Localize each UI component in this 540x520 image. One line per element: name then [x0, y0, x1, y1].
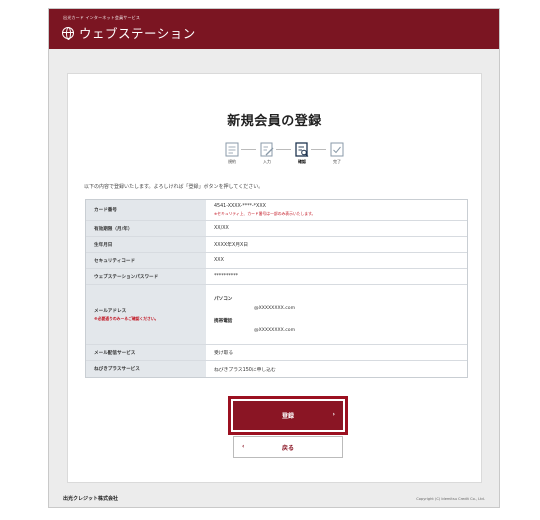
email-label-cell: メールアドレス ※必要通りのみーるご確認ください。 — [86, 285, 206, 344]
back-button-label: 戻る — [281, 444, 294, 452]
chevron-left-icon: ‹ — [242, 443, 245, 450]
table-row: メール配信サービス 受け取る — [86, 345, 467, 361]
document-icon — [225, 142, 239, 157]
table-row: カード番号 4541-XXXX-****-*XXX ※セキュリティ上、カード番号… — [86, 200, 467, 221]
row-label: 生年月日 — [86, 237, 206, 252]
row-label: メールアドレス — [94, 308, 127, 314]
progress-steps: 規約 入力 確認 完了 — [220, 142, 350, 176]
email-note: ※必要通りのみーるご確認ください。 — [94, 315, 159, 321]
mobile-email-value: @XXXXXXXX.com — [254, 328, 296, 333]
security-code-value: XXX — [214, 258, 224, 263]
row-label: セキュリティコード — [86, 253, 206, 268]
row-label: ウェブステーションパスワード — [86, 269, 206, 284]
register-button-label: 登録 — [281, 413, 294, 420]
nebiki-value: ねびきプラス150に申し込む — [214, 367, 276, 373]
site-header: 出光カード インターネット会員サービス ウェブステーション — [49, 9, 499, 49]
table-row: メールアドレス ※必要通りのみーるご確認ください。 パソコン @XXXXXXXX… — [86, 285, 467, 345]
brand-logo[interactable]: ウェブステーション — [62, 23, 196, 42]
register-button[interactable]: 登録 › — [233, 401, 343, 430]
card-number-cell: 4541-XXXX-****-*XXX ※セキュリティ上、カード番号は一部のみ表… — [206, 200, 467, 220]
card-number-value: 4541-XXXX-****-*XXX — [214, 203, 266, 209]
step-label: 確認 — [298, 159, 306, 164]
confirmation-table: カード番号 4541-XXXX-****-*XXX ※セキュリティ上、カード番号… — [85, 199, 468, 378]
pc-email-label: パソコン — [214, 297, 233, 302]
mail-service-value: 受け取る — [214, 351, 234, 356]
step-confirm: 確認 — [290, 142, 314, 165]
pencil-document-icon — [260, 142, 274, 157]
expiry-value: XX/XX — [214, 226, 229, 231]
step-label: 規約 — [228, 159, 236, 164]
birthdate-value: XXXX年X月X日 — [214, 243, 249, 248]
table-row: セキュリティコード XXX — [86, 253, 467, 269]
step-complete: 完了 — [325, 142, 349, 165]
row-label: メール配信サービス — [86, 345, 206, 360]
table-row: 有効期限（月/年） XX/XX — [86, 221, 467, 237]
brand-name: ウェブステーション — [79, 26, 196, 41]
table-row: ねびきプラスサービス ねびきプラス150に申し込む — [86, 361, 467, 377]
intro-text: 以下の内容で登録いたします。よろしければ「登録」ボタンを押してください。 — [84, 184, 264, 190]
header-subtitle: 出光カード インターネット会員サービス — [63, 15, 141, 20]
step-label: 入力 — [263, 159, 271, 164]
page-frame: 出光カード インターネット会員サービス ウェブステーション 新規会員の登録 規約 — [48, 8, 500, 508]
step-label: 完了 — [333, 159, 341, 164]
row-label: 有効期限（月/年） — [86, 221, 206, 236]
mobile-email-label: 携帯電話 — [214, 319, 233, 324]
check-document-icon — [330, 142, 344, 157]
registration-card: 新規会員の登録 規約 入力 確認 完了 以下の内容で登録いたします。よろしければ… — [67, 73, 482, 483]
table-row: 生年月日 XXXX年X月X日 — [86, 237, 467, 253]
globe-icon — [62, 26, 74, 40]
table-row: ウェブステーションパスワード ********** — [86, 269, 467, 285]
search-document-icon — [295, 142, 309, 157]
footer-company: 出光クレジット株式会社 — [63, 496, 119, 502]
row-label: ねびきプラスサービス — [86, 361, 206, 377]
card-number-note: ※セキュリティ上、カード番号は一部のみ表示いたします。 — [214, 210, 316, 216]
step-input: 入力 — [255, 142, 279, 165]
pc-email-value: @XXXXXXXX.com — [254, 306, 296, 311]
footer-copyright: Copyright (C) Idemitsu Credit Co., Ltd. — [416, 497, 485, 501]
chevron-right-icon: › — [332, 411, 335, 418]
password-value: ********** — [214, 274, 238, 279]
email-cell: パソコン @XXXXXXXX.com 携帯電話 @XXXXXXXX.com — [206, 285, 467, 344]
row-label: カード番号 — [86, 200, 206, 220]
page-title: 新規会員の登録 — [227, 114, 322, 129]
step-terms: 規約 — [220, 142, 244, 165]
back-button[interactable]: ‹ 戻る — [233, 436, 343, 458]
